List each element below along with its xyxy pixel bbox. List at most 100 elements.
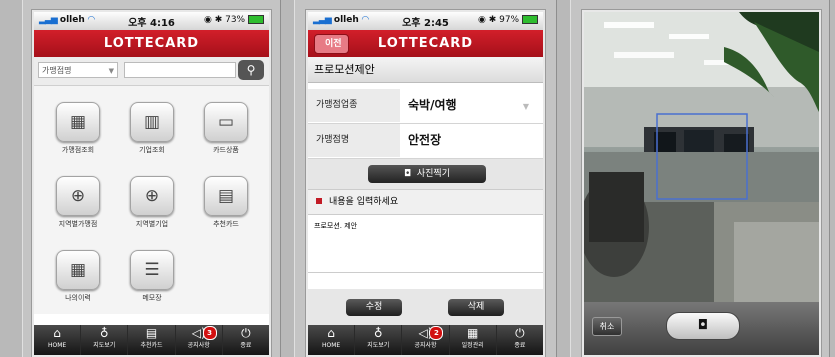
tab-label: 지도보기 — [93, 342, 116, 349]
menu-region-stores[interactable]: ⊕ 지역별가맹점 — [48, 176, 108, 229]
menu-grid: ▦ 가맹점조회 ▥ 기업조회 ▭ 카드상품 ⊕ 지역별가맹점 ⊕ 지역별기업 ▤… — [34, 86, 269, 314]
power-icon: ⏻ — [241, 326, 251, 340]
menu-card-products[interactable]: ▭ 카드상품 — [196, 102, 256, 155]
menu-region-companies[interactable]: ⊕ 지역별기업 — [122, 176, 182, 229]
screenshot-panel-3: 취소 ◘ — [570, 0, 830, 357]
tab-exit[interactable]: ⏻ 종료 — [223, 325, 269, 355]
brand-logo: LOTTECARD — [377, 36, 474, 51]
region-company-icon: ⊕ — [130, 176, 174, 216]
menu-store-lookup[interactable]: ▦ 가맹점조회 — [48, 102, 108, 155]
tab-bar: ⌂ HOME ♁ 지도보기 ◁) 2 공지사항 ▦ 일정관리 ⏻ 종료 — [308, 325, 543, 355]
power-icon: ⏻ — [515, 326, 525, 340]
camera-controls: 취소 ◘ — [584, 302, 819, 355]
menu-label: 지역별기업 — [135, 220, 169, 228]
camera-icon: ◘ — [697, 318, 709, 333]
company-search-icon: ▥ — [130, 102, 174, 142]
battery-icon — [248, 15, 264, 24]
region-store-icon: ⊕ — [56, 176, 100, 216]
field-value: 숙박/여행 — [408, 98, 457, 112]
status-bar: ▂▃▅ olleh ◠ 오후 4:16 ◉ ✱ 73% — [34, 12, 269, 30]
tab-label: HOME — [322, 342, 341, 349]
notification-badge: 3 — [202, 326, 217, 340]
menu-label: 가맹점조회 — [61, 146, 95, 154]
map-pin-icon: ♁ — [99, 326, 109, 340]
schedule-icon: ▦ — [467, 326, 479, 340]
status-bar: ▂▃▅ olleh ◠ 오후 2:45 ◉ ✱ 97% — [308, 12, 543, 30]
field-value: 안전장 — [408, 133, 442, 147]
menu-recommend-card[interactable]: ▤ 추천카드 — [196, 176, 256, 229]
calendar-icon: ▦ — [56, 250, 100, 290]
tab-home[interactable]: ⌂ HOME — [34, 325, 82, 355]
battery-status: ◉ ✱ 97% — [478, 15, 538, 25]
chevron-down-icon: ▼ — [522, 102, 529, 111]
memo-icon: ☰ — [130, 250, 174, 290]
search-bar: 가맹점명 ▼ ⚲ — [34, 57, 269, 86]
tab-bar: ⌂ HOME ♁ 지도보기 ▤ 추천카드 ◁) 3 공지사항 ⏻ 종료 — [34, 325, 269, 355]
button-label: 사진찍기 — [416, 169, 450, 179]
search-icon: ⚲ — [246, 63, 256, 77]
screenshot-panel-2: ▂▃▅ olleh ◠ 오후 2:45 ◉ ✱ 97% 이전 LOTTECARD… — [294, 0, 557, 357]
menu-company-lookup[interactable]: ▥ 기업조회 — [122, 102, 182, 155]
tab-label: HOME — [48, 342, 67, 349]
field-store-name[interactable]: 가맹점명 안전장 — [308, 124, 543, 159]
tab-label: 종료 — [240, 342, 252, 349]
tab-exit[interactable]: ⏻ 종료 — [497, 325, 543, 355]
office-scene — [584, 12, 819, 302]
menu-label: 추천카드 — [213, 220, 239, 228]
camera-icon: ◘ — [404, 169, 412, 179]
chevron-down-icon: ▼ — [108, 67, 114, 75]
notification-badge: 2 — [429, 326, 444, 340]
tab-home[interactable]: ⌂ HOME — [308, 325, 356, 355]
search-type-select[interactable]: 가맹점명 ▼ — [38, 62, 118, 78]
battery-icon — [522, 15, 538, 24]
menu-label: 메모장 — [142, 294, 162, 302]
field-store-category[interactable]: 가맹점업종 숙박/여행 ▼ — [308, 89, 543, 124]
app-header: LOTTECARD — [34, 30, 269, 57]
cancel-button[interactable]: 취소 — [592, 317, 622, 336]
field-label: 가맹점명 — [308, 124, 400, 157]
tab-label: 공지사항 — [414, 342, 437, 349]
menu-label: 기업조회 — [139, 146, 165, 154]
tab-notice[interactable]: ◁) 2 공지사항 — [402, 325, 450, 355]
page-title: 프로모션제안 — [308, 57, 543, 83]
camera-viewfinder — [584, 12, 819, 302]
search-button[interactable]: ⚲ — [238, 60, 264, 80]
edit-button[interactable]: 수정 — [346, 299, 402, 316]
menu-my-history[interactable]: ▦ 나의이력 — [48, 250, 108, 303]
home-icon: ⌂ — [327, 326, 335, 340]
phone-screen-camera: 취소 ◘ — [582, 10, 821, 357]
shutter-button[interactable]: ◘ — [666, 312, 740, 340]
menu-memo[interactable]: ☰ 메모장 — [122, 250, 182, 303]
action-buttons: 수정 삭제 — [308, 289, 543, 325]
delete-button[interactable]: 삭제 — [448, 299, 504, 316]
phone-screen-home: ▂▃▅ olleh ◠ 오후 4:16 ◉ ✱ 73% LOTTECARD 가맹… — [32, 10, 271, 357]
tab-notice[interactable]: ◁) 3 공지사항 — [176, 325, 223, 355]
tab-label: 공지사항 — [187, 342, 210, 349]
phone-screen-promotion: ▂▃▅ olleh ◠ 오후 2:45 ◉ ✱ 97% 이전 LOTTECARD… — [306, 10, 545, 357]
tab-map[interactable]: ♁ 지도보기 — [81, 325, 129, 355]
recommend-card-icon: ▤ — [204, 176, 248, 216]
content-textarea[interactable]: 프로모션. 제안 — [308, 215, 543, 273]
back-button[interactable]: 이전 — [314, 34, 349, 54]
card-icon: ▤ — [145, 326, 158, 340]
menu-label: 카드상품 — [213, 146, 239, 154]
menu-label: 나의이력 — [65, 294, 91, 302]
brand-logo: LOTTECARD — [103, 36, 200, 51]
tab-label: 일정관리 — [461, 342, 484, 349]
menu-label: 지역별가맹점 — [58, 220, 98, 228]
bullet-icon — [316, 198, 322, 204]
tab-label: 추천카드 — [140, 342, 163, 349]
tab-label: 지도보기 — [367, 342, 390, 349]
map-pin-icon: ♁ — [373, 326, 383, 340]
take-photo-button[interactable]: ◘ 사진찍기 — [368, 165, 486, 183]
content-prompt: 내용을 입력하세요 — [308, 190, 543, 215]
app-header: 이전 LOTTECARD — [308, 30, 543, 57]
tab-map[interactable]: ♁ 지도보기 — [355, 325, 403, 355]
prompt-text: 내용을 입력하세요 — [329, 197, 399, 207]
tab-recommend-card[interactable]: ▤ 추천카드 — [128, 325, 176, 355]
tab-schedule[interactable]: ▦ 일정관리 — [450, 325, 497, 355]
search-input[interactable] — [124, 62, 236, 78]
photo-bar: ◘ 사진찍기 — [308, 159, 543, 190]
field-label: 가맹점업종 — [308, 89, 400, 122]
card-icon: ▭ — [204, 102, 248, 142]
